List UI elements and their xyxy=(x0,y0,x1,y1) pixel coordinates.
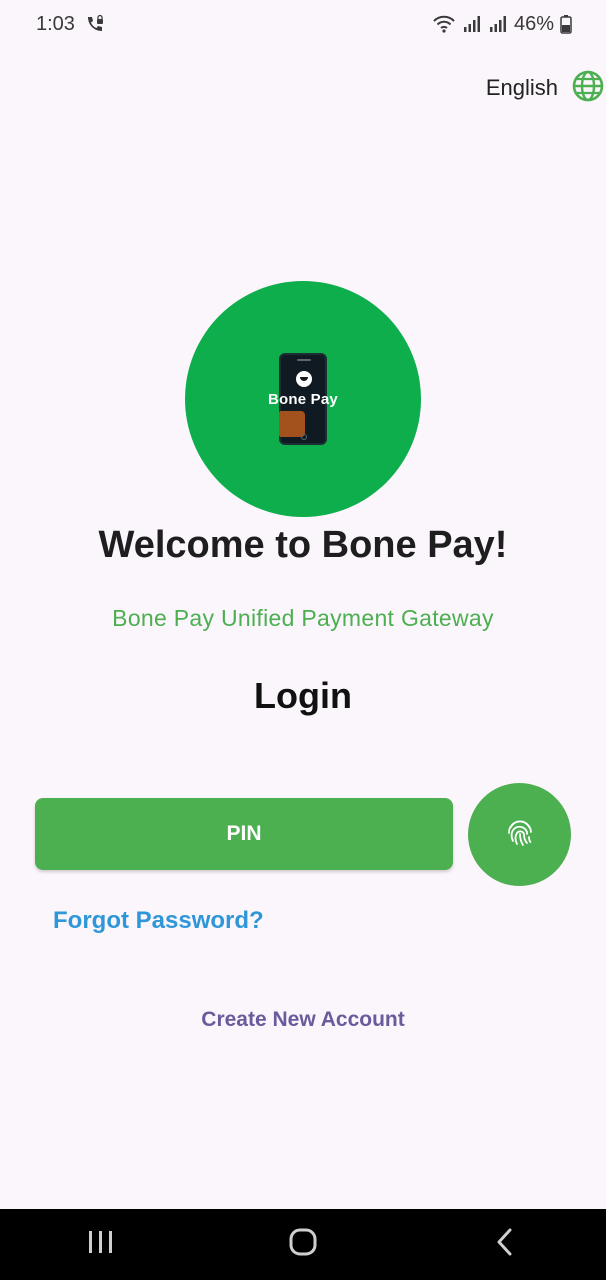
app-logo: Bone Pay xyxy=(185,281,421,517)
fingerprint-icon xyxy=(505,817,535,852)
home-icon xyxy=(288,1227,318,1262)
login-title: Login xyxy=(254,675,352,716)
language-switch[interactable]: English xyxy=(386,70,606,106)
language-label: English xyxy=(485,75,558,100)
status-time: 1:03 xyxy=(36,12,75,35)
create-account-link[interactable]: Create New Account xyxy=(0,1008,606,1032)
recents-button[interactable] xyxy=(61,1215,141,1275)
home-button[interactable] xyxy=(263,1215,343,1275)
forgot-password-link[interactable]: Forgot Password? xyxy=(53,907,264,935)
welcome-title: Welcome to Bone Pay! xyxy=(98,524,508,566)
signal-icon xyxy=(488,14,508,34)
welcome-subtitle: Bone Pay Unified Payment Gateway xyxy=(112,605,494,631)
back-button[interactable] xyxy=(465,1215,545,1275)
status-right: 46% xyxy=(432,13,572,36)
signal-icon xyxy=(462,14,482,34)
logo-text: Bone Pay xyxy=(268,391,338,408)
battery-percent: 46% xyxy=(513,12,554,35)
status-left: 1:03 xyxy=(36,13,105,36)
navigation-bar xyxy=(0,1209,606,1280)
status-bar: 1:03 46% xyxy=(0,0,606,48)
wifi-icon xyxy=(432,14,456,34)
fingerprint-button[interactable] xyxy=(468,783,571,886)
call-lock-icon xyxy=(85,14,105,34)
back-icon xyxy=(495,1227,515,1262)
globe-icon xyxy=(572,70,604,107)
pin-button[interactable]: PIN xyxy=(35,798,453,870)
battery-icon xyxy=(560,14,572,34)
recents-icon xyxy=(87,1229,115,1260)
